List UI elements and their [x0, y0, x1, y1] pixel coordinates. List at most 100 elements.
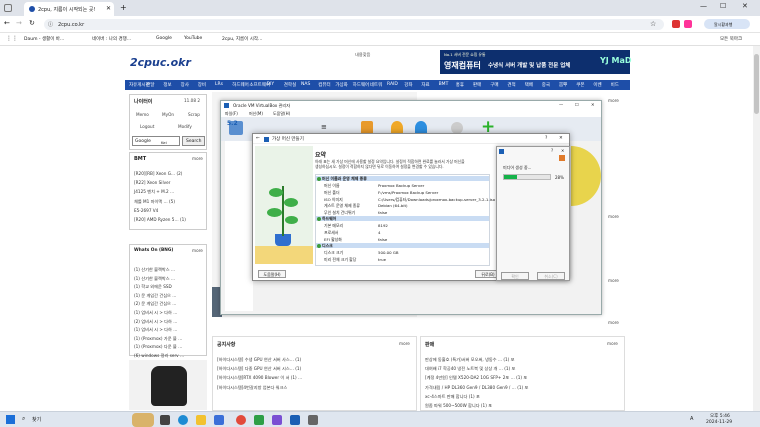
notice-item[interactable]: [하이다시스템] 다중 GPU 연산 서버 시스… (1)	[217, 366, 301, 372]
site-search-button[interactable]: Search	[182, 136, 205, 146]
whats-on-item[interactable]: (1) 산기한 블랙박스 …	[134, 267, 175, 273]
taskbar-taskview-icon[interactable]	[160, 415, 170, 425]
tree-row[interactable]: 디스크 크기 500.00 GB	[316, 250, 489, 255]
taskbar-search-label[interactable]: 찾기	[32, 416, 41, 423]
taskbar-app-icon-1[interactable]	[254, 415, 264, 425]
bookmark-youtube[interactable]: YouTube	[184, 36, 202, 41]
extension-icon[interactable]	[672, 20, 680, 28]
tree-row[interactable]: EFI 활성화 false	[316, 236, 489, 242]
nav-item[interactable]: 홍휴	[456, 82, 464, 88]
vbox-minimize-icon[interactable]: —	[559, 102, 563, 107]
taskbar-virtualbox-icon[interactable]	[290, 415, 300, 425]
nav-item[interactable]: 정보	[163, 82, 171, 88]
notice-more-link[interactable]: more	[399, 341, 410, 346]
sale-item[interactable]: 판상에 동흘호 (특가)서버 모오써, 냉동수 … (1) 포	[425, 357, 515, 363]
vbox-vm-label[interactable]: 5.2	[227, 120, 238, 127]
nav-item[interactable]: 전달	[146, 82, 154, 88]
progress-ok-button[interactable]: 확인	[501, 272, 529, 280]
right-more-link-4[interactable]: more	[608, 320, 619, 325]
forward-icon[interactable]: →	[16, 19, 22, 27]
notice-item[interactable]: [하이다시스템]4번갈지방 업본다 워크스	[217, 385, 287, 391]
memo-link[interactable]: Memo	[136, 112, 149, 117]
group-expand-icon[interactable]	[317, 217, 321, 222]
taskbar-explorer-icon[interactable]	[196, 415, 206, 425]
nav-item[interactable]: 장비	[198, 82, 206, 88]
sale-more-link[interactable]: more	[607, 341, 618, 346]
whats-on-more-link[interactable]: more	[192, 248, 203, 253]
tree-group-row[interactable]: 머신 이름과 운영 체제 종류	[316, 176, 489, 182]
tree-row[interactable]: ISO 이미지 C:/Users/컴퓨터/Downloads/proxmox-ba…	[316, 196, 495, 202]
nav-item[interactable]: 이벤	[593, 82, 601, 88]
tree-row[interactable]: 게스트 운영 체제 종류 Debian (64-bit)	[316, 203, 489, 208]
nav-item[interactable]: 뽐뿌	[559, 82, 567, 88]
nav-item[interactable]: 네트워	[370, 82, 382, 88]
new-tab-icon[interactable]: +	[120, 3, 127, 12]
nav-item[interactable]: RAID	[387, 82, 398, 87]
tab-strip-icon[interactable]	[4, 4, 12, 12]
vbox-title-bar[interactable]: Oracle VM VirtualBox 관리자 — ☐ ✕	[221, 101, 601, 110]
bmt-more-link[interactable]: more	[192, 156, 203, 161]
nav-item[interactable]: 쿠폰	[576, 82, 584, 88]
group-expand-icon[interactable]	[317, 177, 321, 181]
sale-item[interactable]: [계정 4만원] 인텔 X520-DA2 10G SFP+ 2포 … (1) 포	[425, 375, 527, 381]
taskbar-chrome-icon[interactable]	[236, 415, 246, 425]
nav-item[interactable]: 하드웨어	[232, 82, 249, 88]
nav-item[interactable]: 판매	[473, 82, 481, 88]
nav-item[interactable]: 가상화	[335, 82, 347, 88]
ad-banner[interactable]: No.1 서버 전문 쇼핑 유통 영재컴퓨터 수냉식 서버 개발 및 납품 전문…	[440, 50, 632, 74]
nav-item[interactable]: 택배	[525, 82, 533, 88]
site-search-input[interactable]: Google Kei	[132, 136, 180, 146]
right-more-link-1[interactable]: more	[608, 98, 619, 103]
summary-tree[interactable]: 머신 이름과 운영 체제 종류 머신 이름 Proxmox Backup Serve…	[315, 174, 495, 266]
page-scrollbar[interactable]	[753, 46, 760, 411]
sale-item[interactable]: 대여배 i7 학공40 냉전 노트북 및 상상 개 … (1) 포	[425, 366, 515, 372]
nav-item[interactable]: 구매	[490, 82, 498, 88]
taskbar-store-icon[interactable]	[214, 415, 224, 425]
bmt-list-item[interactable]: [R20][RB] Xeon G… (2)	[134, 171, 182, 176]
whats-on-item[interactable]: (2) 업비서 시 > 다하 …	[134, 319, 177, 325]
bookmark-all-folders[interactable]: 모든 북마크	[720, 36, 742, 42]
nav-item[interactable]: 비드	[611, 82, 619, 88]
bookmark-daum[interactable]: Daum - 생활이 바...	[24, 36, 64, 42]
wizard-help-button[interactable]: 도움말(H)	[258, 270, 286, 278]
myon-link[interactable]: MyOn	[162, 112, 174, 117]
bmt-list-item[interactable]: E5-2697 V4	[134, 208, 158, 213]
right-more-link-3[interactable]: more	[608, 278, 619, 283]
logout-link[interactable]: Logout	[140, 124, 154, 129]
bmt-list-item[interactable]: [R20] AMD Ryzen 5… (1)	[134, 217, 186, 222]
tree-group-row[interactable]: 디스크	[316, 243, 489, 249]
nav-item[interactable]: NAS	[301, 82, 310, 87]
group-expand-icon[interactable]	[317, 244, 321, 248]
taskbar-edge-icon[interactable]	[178, 415, 188, 425]
tree-row[interactable]: 머신 이름 Proxmox Backup Server	[316, 183, 489, 188]
nav-item[interactable]: 강좌	[404, 82, 412, 88]
vbox-close-icon[interactable]: ✕	[591, 102, 595, 107]
wizard-back-arrow-icon[interactable]: ←	[256, 136, 260, 141]
right-more-link-2[interactable]: more	[608, 214, 619, 219]
modify-link[interactable]: Modify	[178, 124, 192, 129]
nav-item[interactable]: 장사	[181, 82, 189, 88]
wizard-close-icon[interactable]: ✕	[559, 136, 563, 141]
tree-row[interactable]: 무인 설치 건너뛰기 false	[316, 210, 489, 215]
tree-row[interactable]: 기본 메모리 8192	[316, 223, 489, 228]
whats-on-item[interactable]: (1) 학교 외에운 SSD	[134, 284, 172, 290]
bmt-list-item[interactable]: 체를 M1 마이맥 … (5)	[134, 199, 175, 205]
sale-item[interactable]: 원좀 파워 500~500W 합니다 (1) 포	[425, 403, 492, 409]
nav-item[interactable]: 견적	[507, 82, 515, 88]
scrap-link[interactable]: Scrap	[188, 112, 200, 117]
bookmark-naver[interactable]: 네이버 : 나의 경쟁...	[92, 36, 131, 42]
sidebar-ad-image[interactable]	[129, 360, 207, 410]
progress-help-icon[interactable]: ?	[551, 148, 553, 153]
apps-grid-icon[interactable]: ⋮⋮	[6, 35, 18, 42]
whats-on-item[interactable]: (2) 문 게임간 건심으 …	[134, 301, 176, 307]
back-icon[interactable]: ←	[4, 19, 10, 27]
site-info-icon[interactable]: ⓘ	[48, 21, 53, 28]
taskbar-lang[interactable]: A	[690, 416, 693, 422]
wizard-title-bar[interactable]: ← 가상 머신 만들기 ? ✕	[253, 134, 569, 144]
nav-item[interactable]: 컴퓨터	[318, 82, 330, 88]
nav-item[interactable]: 중국	[542, 82, 550, 88]
address-bar[interactable]: ⓘ 2cpu.co.kr ☆	[44, 19, 664, 30]
taskbar-time[interactable]: 오후 5:46	[710, 413, 730, 419]
bookmark-star-icon[interactable]: ☆	[650, 20, 656, 28]
vbox-maximize-icon[interactable]: ☐	[575, 102, 579, 107]
